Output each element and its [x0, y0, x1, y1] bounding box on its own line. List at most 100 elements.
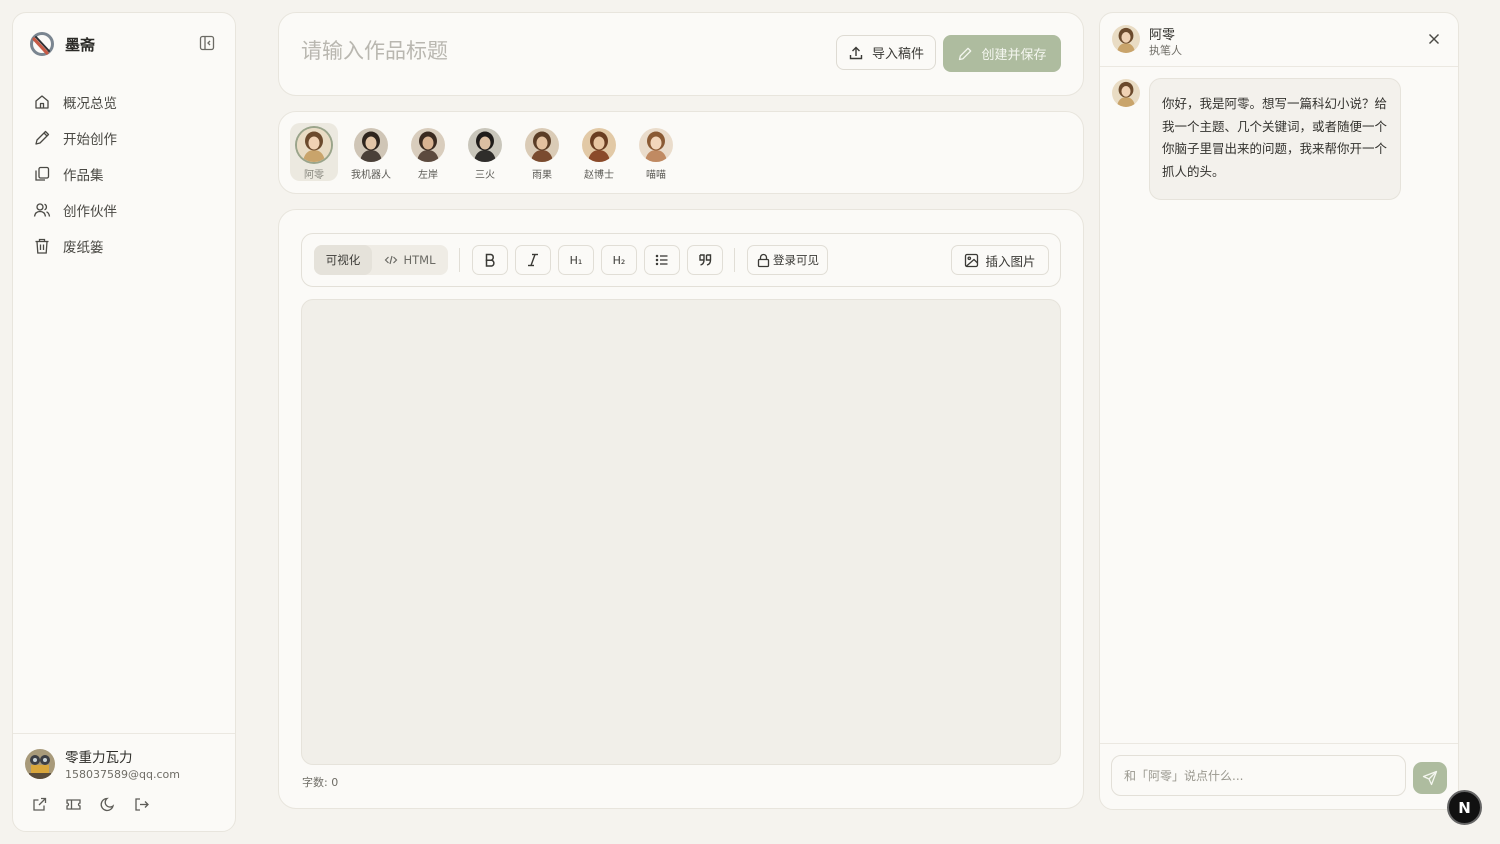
italic-button[interactable] [515, 245, 551, 275]
login-visible-label: 登录可见 [773, 253, 819, 267]
partner-name: 赵博士 [584, 170, 614, 181]
avatar [25, 748, 55, 779]
user-profile[interactable]: 零重力瓦力 158037589@qq.com [25, 746, 180, 781]
users-icon [33, 203, 51, 217]
sidebar-item-trash[interactable]: 废纸篓 [25, 229, 225, 263]
code-icon [385, 255, 398, 265]
avatar [468, 128, 502, 162]
editor-content[interactable] [301, 299, 1061, 765]
floating-action-button[interactable]: N [1447, 790, 1482, 825]
partner-name: 左岸 [418, 170, 438, 181]
heading1-button[interactable]: H₁ [558, 245, 594, 275]
chat-panel: 阿零 执笔人 你好，我是阿零。想写一篇科幻小说？给我一个主题、几个关键词，或者随… [1099, 12, 1459, 810]
list-icon [655, 254, 668, 266]
editor-panel: 可视化 HTML H₁ H₂ 登录可见 插入图片 字数: 0 [278, 209, 1084, 809]
partner-item[interactable]: 雨果 [518, 123, 566, 181]
external-link-icon[interactable] [31, 796, 48, 813]
sidebar-item-label: 废纸篓 [63, 240, 104, 256]
insert-image-button[interactable]: 插入图片 [951, 245, 1049, 275]
chat-input[interactable] [1111, 755, 1406, 796]
sidebar-item-partners[interactable]: 创作伙伴 [25, 193, 225, 227]
partner-item[interactable]: 赵博士 [575, 123, 623, 181]
user-name: 零重力瓦力 [65, 750, 133, 766]
import-button-label: 导入稿件 [871, 47, 924, 62]
trash-icon [35, 238, 49, 254]
quote-button[interactable] [687, 245, 723, 275]
mode-html-button[interactable]: HTML [372, 245, 448, 275]
partner-item[interactable]: 阿零 [290, 123, 338, 181]
sidebar-nav: 概况总览 开始创作 作品集 创作伙伴 废纸篓 [25, 85, 225, 265]
editor-toolbar: 可视化 HTML H₁ H₂ 登录可见 插入图片 [301, 233, 1061, 287]
fab-label: N [1458, 798, 1471, 817]
partner-list: 阿零 我机器人 左岸 三火 雨果 赵博士 喵喵 [290, 123, 680, 181]
send-icon [1422, 770, 1438, 786]
chat-footer [1100, 743, 1458, 809]
theme-toggle-icon[interactable] [99, 796, 116, 813]
list-button[interactable] [644, 245, 680, 275]
home-icon [35, 95, 49, 109]
chat-partner-name: 阿零 [1149, 28, 1176, 43]
avatar [1112, 79, 1140, 107]
partner-item[interactable]: 我机器人 [347, 123, 395, 181]
avatar [639, 128, 673, 162]
insert-image-label: 插入图片 [985, 253, 1036, 269]
sidebar-collapse-icon[interactable] [199, 35, 215, 51]
sidebar-item-label: 概况总览 [63, 96, 117, 112]
toolbar-divider [459, 248, 460, 272]
partner-name: 我机器人 [351, 170, 391, 181]
sidebar-item-overview[interactable]: 概况总览 [25, 85, 225, 119]
title-input[interactable] [301, 39, 781, 63]
partner-selector: 阿零 我机器人 左岸 三火 雨果 赵博士 喵喵 [278, 111, 1084, 194]
app-name: 墨斋 [65, 35, 96, 54]
ticket-icon[interactable] [65, 796, 82, 813]
send-button[interactable] [1413, 762, 1447, 794]
create-save-button-label: 创建并保存 [981, 48, 1047, 63]
bold-icon [485, 253, 495, 267]
create-save-button[interactable]: 创建并保存 [943, 35, 1061, 72]
mode-switch: 可视化 HTML [314, 245, 448, 275]
pen-icon [35, 130, 50, 145]
sidebar-item-create[interactable]: 开始创作 [25, 121, 225, 155]
user-email: 158037589@qq.com [65, 768, 180, 781]
sidebar-item-label: 创作伙伴 [63, 204, 117, 220]
quote-icon [699, 254, 712, 266]
bold-button[interactable] [472, 245, 508, 275]
partner-name: 雨果 [532, 170, 552, 181]
avatar [1112, 25, 1140, 53]
word-count: 字数: 0 [302, 776, 339, 789]
chat-message: 你好，我是阿零。想写一篇科幻小说？给我一个主题、几个关键词，或者随便一个你脑子里… [1149, 78, 1401, 200]
brand[interactable]: 墨斋 [29, 31, 95, 57]
import-button[interactable]: 导入稿件 [836, 35, 936, 70]
chat-header: 阿零 执笔人 [1100, 13, 1458, 67]
footer-actions [31, 796, 150, 813]
mode-html-label: HTML [403, 253, 436, 267]
pen-icon [959, 47, 972, 60]
avatar [525, 128, 559, 162]
title-bar: 导入稿件 创建并保存 [278, 12, 1084, 96]
upload-icon [849, 46, 863, 59]
chat-partner-role: 执笔人 [1149, 44, 1182, 57]
toolbar-divider [734, 248, 735, 272]
copy-icon [35, 166, 50, 181]
mode-visual-button[interactable]: 可视化 [314, 245, 372, 275]
avatar [582, 128, 616, 162]
mozhai-logo-icon [30, 32, 54, 56]
heading2-button[interactable]: H₂ [601, 245, 637, 275]
logout-icon[interactable] [133, 796, 150, 813]
partner-item[interactable]: 喵喵 [632, 123, 680, 181]
sidebar-item-label: 作品集 [63, 168, 104, 184]
login-visible-button[interactable]: 登录可见 [747, 245, 828, 275]
avatar [297, 128, 331, 162]
image-icon [965, 253, 979, 267]
avatar [354, 128, 388, 162]
close-icon[interactable] [1426, 31, 1442, 47]
lock-icon [757, 253, 770, 267]
heading1-label: H₁ [569, 253, 583, 267]
sidebar-item-works[interactable]: 作品集 [25, 157, 225, 191]
sidebar-item-label: 开始创作 [63, 132, 117, 148]
mode-visual-label: 可视化 [325, 253, 361, 267]
partner-name: 三火 [475, 170, 495, 181]
sidebar: 墨斋 概况总览 开始创作 作品集 创作伙伴 废纸篓 零重力瓦力 15803758… [12, 12, 236, 832]
partner-item[interactable]: 三火 [461, 123, 509, 181]
partner-item[interactable]: 左岸 [404, 123, 452, 181]
